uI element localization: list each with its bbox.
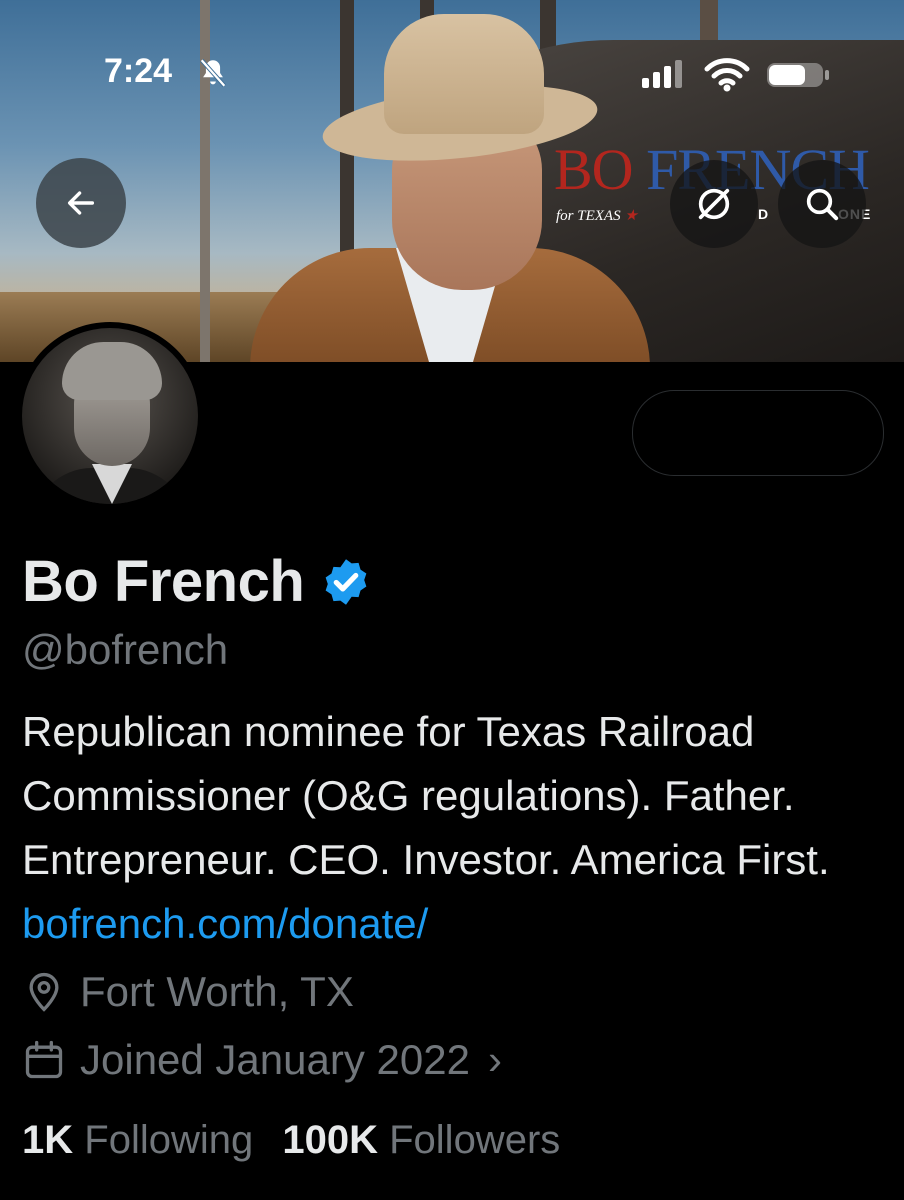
avatar-hair [62,342,162,400]
following-link[interactable]: 1K Following [22,1118,264,1162]
followers-link[interactable]: 100K Followers [282,1118,560,1162]
grok-button[interactable] [670,160,758,248]
joined-text: Joined January 2022 [80,1036,470,1083]
calendar-icon [25,1040,63,1079]
profile-bio: Republican nominee for Texas Railroad Co… [22,700,882,956]
texas-icon: ★ [624,208,638,224]
bio-text: Republican nominee for Texas Railroad Co… [22,708,830,883]
brand-subtitle-text: for TEXAS [556,208,621,224]
profile-avatar[interactable] [16,322,204,510]
bell-slash-icon [200,58,226,88]
follow-button[interactable] [632,390,884,476]
location-text: Fort Worth, TX [80,968,354,1015]
battery-icon [767,63,829,87]
followers-label: Followers [389,1118,561,1162]
status-bar: 7:24 [0,44,904,104]
search-icon [806,188,839,221]
profile-location: Fort Worth, TX [22,966,354,1018]
avatar-photo [22,328,198,504]
profile-stats: 1K Following 100K Followers [22,1114,560,1166]
followers-count: 100K [282,1118,378,1162]
bio-link[interactable]: bofrench.com/donate/ [22,900,428,947]
wifi-icon [704,58,750,92]
profile-handle: @bofrench [22,626,229,673]
following-label: Following [84,1118,254,1162]
brand-partial-text: D [758,206,770,222]
profile-name: Bo French [22,549,305,614]
chevron-right-icon: › [487,1036,502,1083]
arrow-left-icon [67,191,95,215]
profile-name-row: Bo French [22,550,372,614]
profile-joined[interactable]: Joined January 2022 › [22,1034,502,1086]
search-button[interactable] [778,160,866,248]
location-pin-icon [29,972,59,1012]
back-button[interactable] [36,158,126,248]
status-time: 7:24 [104,52,173,90]
brand-subtitle: for TEXAS ★ [556,206,638,225]
grok-icon [698,188,730,220]
signal-icon [642,60,682,88]
verified-badge-icon[interactable] [320,556,372,608]
following-count: 1K [22,1118,74,1162]
brand-first-word: BO [554,137,634,202]
